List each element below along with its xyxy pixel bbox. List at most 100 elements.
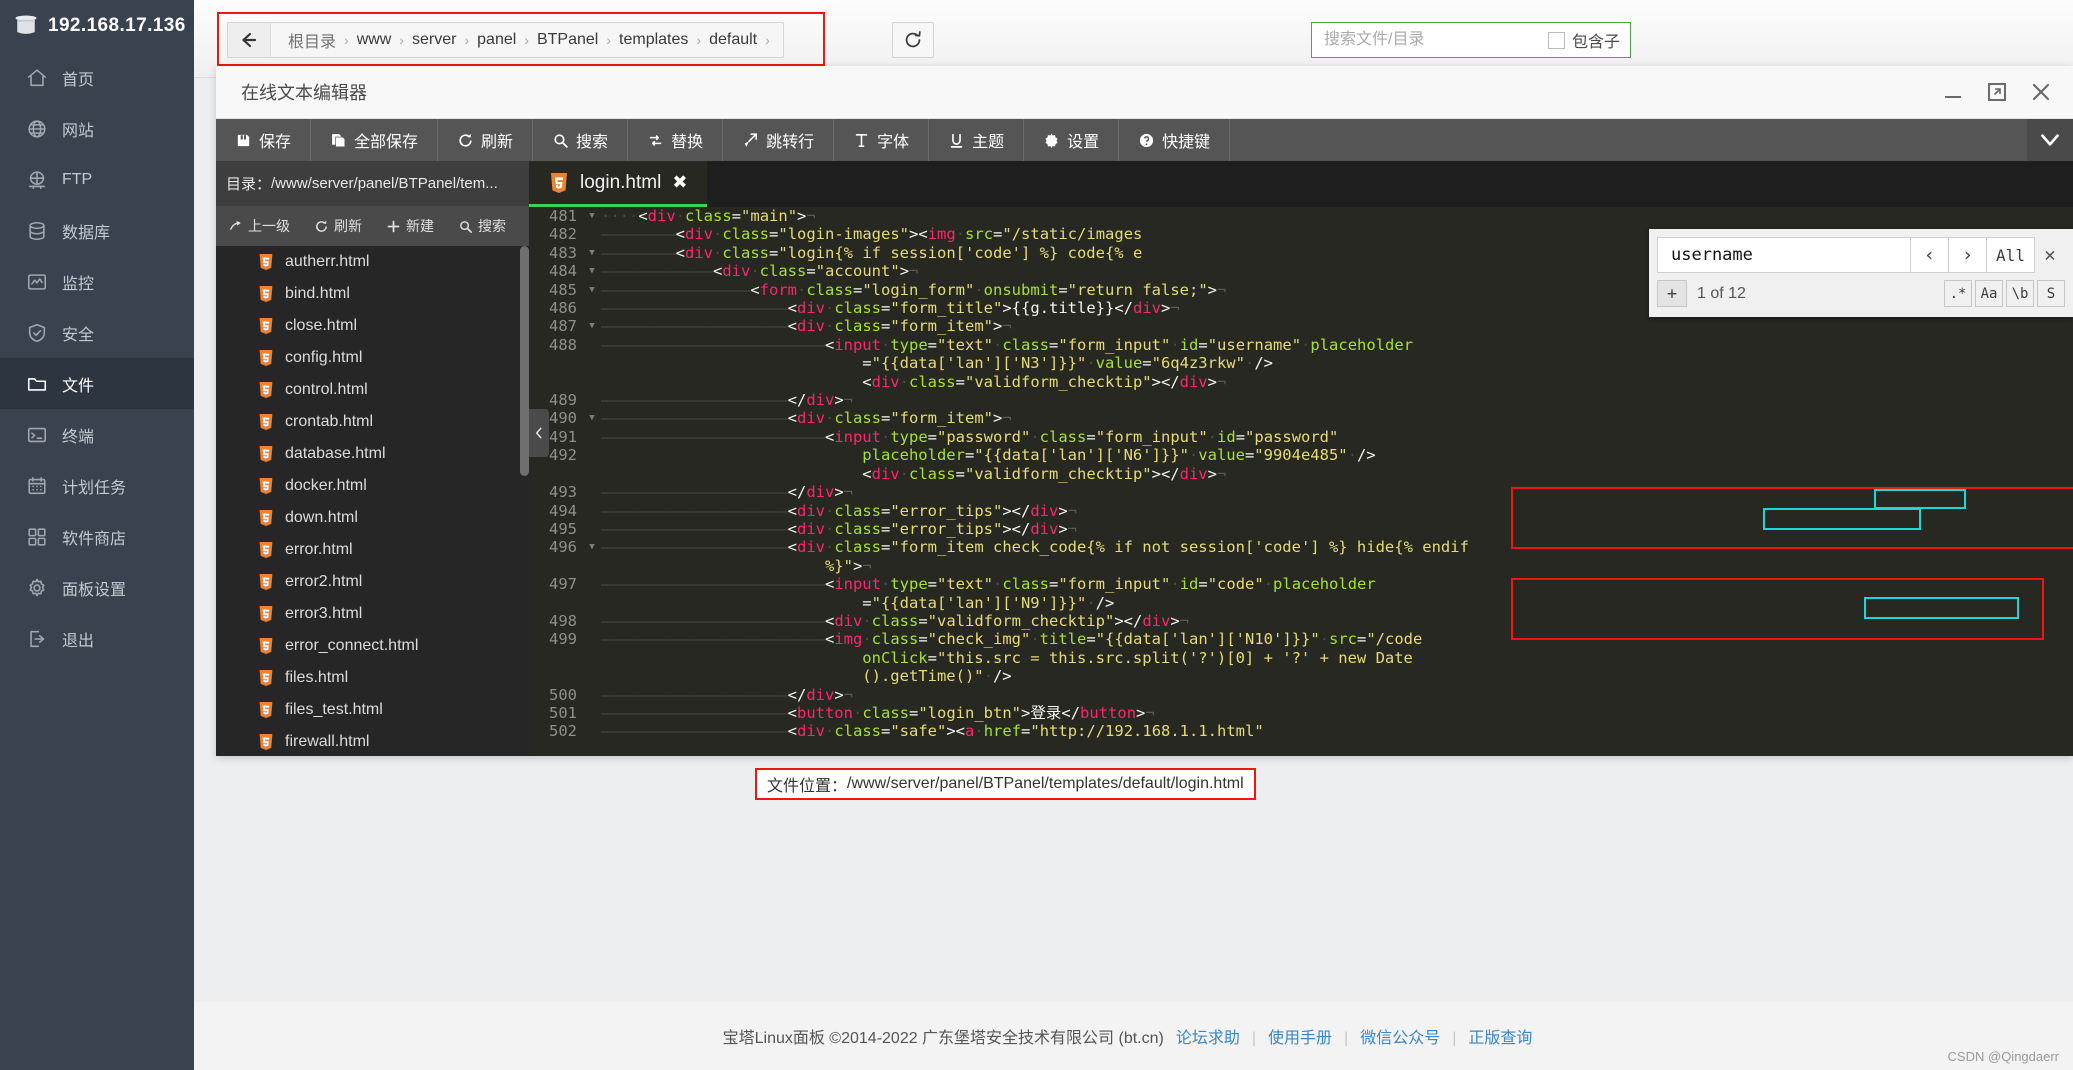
sidebar-item-5[interactable]: 安全 [0, 307, 194, 358]
code-line[interactable]: 488 ————————————————————————<input·type="… [529, 335, 2073, 355]
breadcrumb-item-4[interactable]: BTPanel [530, 31, 605, 49]
editor-tab-close-icon[interactable]: ✖ [672, 172, 687, 193]
file-tree-item[interactable]: error_connect.html [216, 630, 529, 662]
fold-marker[interactable]: ▼ [585, 244, 599, 262]
toolbar-button-8[interactable]: 设置 [1024, 119, 1120, 161]
find-close-icon[interactable]: ✕ [2035, 237, 2065, 273]
toolbar-button-5[interactable]: 跳转行 [723, 119, 835, 161]
include-subdirectory-checkbox[interactable] [1547, 31, 1565, 49]
file-tree-item[interactable]: error.html [216, 534, 529, 566]
fold-marker[interactable]: ▼ [585, 262, 599, 280]
fold-marker[interactable]: ▼ [585, 281, 599, 299]
sidebar-item-11[interactable]: 退出 [0, 613, 194, 664]
refresh-directory-button[interactable] [892, 22, 934, 58]
minimize-icon[interactable] [1941, 80, 1965, 104]
breadcrumb-item-1[interactable]: www [350, 31, 399, 49]
sidebar-item-2[interactable]: FTP [0, 154, 194, 205]
breadcrumb-item-5[interactable]: templates [612, 31, 695, 49]
find-flag-0[interactable]: .* [1944, 280, 1972, 307]
code-line[interactable]: 493 ————————————————————</div>¬ [529, 483, 2073, 502]
code-line[interactable]: 489 ————————————————————</div>¬ [529, 391, 2073, 410]
sidebar-item-10[interactable]: 面板设置 [0, 562, 194, 613]
sidebar-item-1[interactable]: 网站 [0, 103, 194, 154]
code-line[interactable]: 481 ▼ ····<div·class="main">¬ [529, 207, 2073, 226]
code-line[interactable]: 502 ————————————————————<div·class="safe"… [529, 722, 2073, 741]
toolbar-button-2[interactable]: 刷新 [438, 119, 534, 161]
toolbar-button-6[interactable]: 字体 [834, 119, 930, 161]
fold-marker[interactable]: ▼ [585, 538, 599, 556]
code-line[interactable]: 487 ▼ ————————————————————<div·class="form… [529, 317, 2073, 336]
find-input[interactable] [1669, 244, 1910, 266]
footer-link-1[interactable]: 使用手册 [1268, 1030, 1332, 1047]
breadcrumb-item-0[interactable]: 根目录 [281, 28, 343, 52]
toolbar-button-4[interactable]: 替换 [628, 119, 724, 161]
fold-marker[interactable]: ▼ [585, 409, 599, 427]
file-tree-action-0[interactable]: 上一级 [216, 206, 302, 246]
find-flag-2[interactable]: \b [2006, 280, 2034, 307]
code-line[interactable]: %}">¬ [529, 556, 2073, 576]
code-line[interactable]: 492 placeholder="{{data['lan']['N6']}}"·… [529, 446, 2073, 465]
breadcrumb-item-2[interactable]: server [405, 31, 463, 49]
code-line[interactable]: 496 ▼ ————————————————————<div·class="form… [529, 538, 2073, 557]
code-line[interactable]: <div·class="validform_checktip"></div>¬ [529, 464, 2073, 484]
file-tree-item[interactable]: crontab.html [216, 406, 529, 438]
file-tree-action-3[interactable]: 搜索 [446, 206, 518, 246]
find-flag-1[interactable]: Aa [1975, 280, 2003, 307]
fold-marker[interactable]: ▼ [585, 207, 599, 225]
sidebar-item-9[interactable]: 软件商店 [0, 511, 194, 562]
code-line[interactable]: 497 ————————————————————————<input·type="… [529, 575, 2073, 594]
close-icon[interactable] [2029, 80, 2053, 104]
footer-link-3[interactable]: 正版查询 [1468, 1030, 1532, 1047]
toolbar-button-1[interactable]: 全部保存 [311, 119, 439, 161]
code-line[interactable]: 501 ————————————————————<button·class="lo… [529, 703, 2073, 723]
file-tree-item[interactable]: autherr.html [216, 246, 529, 278]
sidebar-item-7[interactable]: 终端 [0, 409, 194, 460]
toolbar-expand-button[interactable] [2027, 119, 2073, 161]
file-tree-item[interactable]: bind.html [216, 278, 529, 310]
code-line[interactable]: 499 ————————————————————————<img·class="c… [529, 630, 2073, 649]
find-prev-button[interactable]: ‹ [1911, 237, 1949, 273]
toolbar-button-7[interactable]: 主题 [929, 119, 1025, 161]
file-tree-item[interactable]: error2.html [216, 566, 529, 598]
toolbar-button-3[interactable]: 搜索 [533, 119, 629, 161]
editor-tab-login-html[interactable]: login.html ✖ [529, 161, 708, 207]
file-tree-item[interactable]: firewall.html [216, 726, 529, 756]
file-tree-item[interactable]: config.html [216, 342, 529, 374]
sidebar-item-6[interactable]: 文件 [0, 358, 194, 409]
find-add-button[interactable]: + [1657, 280, 1687, 307]
find-next-button[interactable]: › [1949, 237, 1987, 273]
code-line[interactable]: 490 ▼ ————————————————————<div·class="form… [529, 409, 2073, 428]
collapse-file-tree-button[interactable] [529, 409, 549, 457]
search-input[interactable] [1322, 30, 1545, 50]
toolbar-button-9[interactable]: 快捷键 [1119, 119, 1231, 161]
file-tree-item[interactable]: docker.html [216, 470, 529, 502]
code-line[interactable]: ="{{data['lan']['N3']}}"·value="6q4z3rkw… [529, 354, 2073, 373]
file-tree-scrollbar[interactable] [520, 246, 529, 476]
file-tree-item[interactable]: down.html [216, 502, 529, 534]
breadcrumb-item-6[interactable]: default [702, 31, 764, 49]
code-line[interactable]: ().getTime()"·/> [529, 667, 2073, 686]
footer-link-0[interactable]: 论坛求助 [1176, 1030, 1240, 1047]
sidebar-item-8[interactable]: 计划任务 [0, 460, 194, 511]
code-line[interactable]: 498 ————————————————————————<div·class="v… [529, 611, 2073, 631]
sidebar-item-4[interactable]: 监控 [0, 256, 194, 307]
toolbar-button-0[interactable]: 保存 [216, 119, 312, 161]
find-input-wrapper[interactable] [1657, 237, 1911, 273]
file-tree-item[interactable]: files_test.html [216, 694, 529, 726]
fold-marker[interactable]: ▼ [585, 317, 599, 335]
find-all-button[interactable]: All [1987, 237, 2035, 273]
sidebar-item-0[interactable]: 首页 [0, 52, 194, 103]
code-line[interactable]: 491 ————————————————————————<input·type="… [529, 427, 2073, 447]
file-tree-item[interactable]: error3.html [216, 598, 529, 630]
find-flag-3[interactable]: S [2037, 280, 2065, 307]
file-tree-action-1[interactable]: 刷新 [302, 206, 374, 246]
code-line[interactable]: ="{{data['lan']['N9']}}"·/> [529, 593, 2073, 612]
code-line[interactable]: 495 ————————————————————<div·class="error… [529, 519, 2073, 539]
code-line[interactable]: 500 ————————————————————</div>¬ [529, 685, 2073, 704]
file-tree-item[interactable]: files.html [216, 662, 529, 694]
breadcrumb-item-3[interactable]: panel [470, 31, 523, 49]
file-tree-item[interactable]: database.html [216, 438, 529, 470]
file-search-box[interactable]: 包含子 [1311, 22, 1631, 58]
file-tree-item[interactable]: close.html [216, 310, 529, 342]
sidebar-item-3[interactable]: 数据库 [0, 205, 194, 256]
